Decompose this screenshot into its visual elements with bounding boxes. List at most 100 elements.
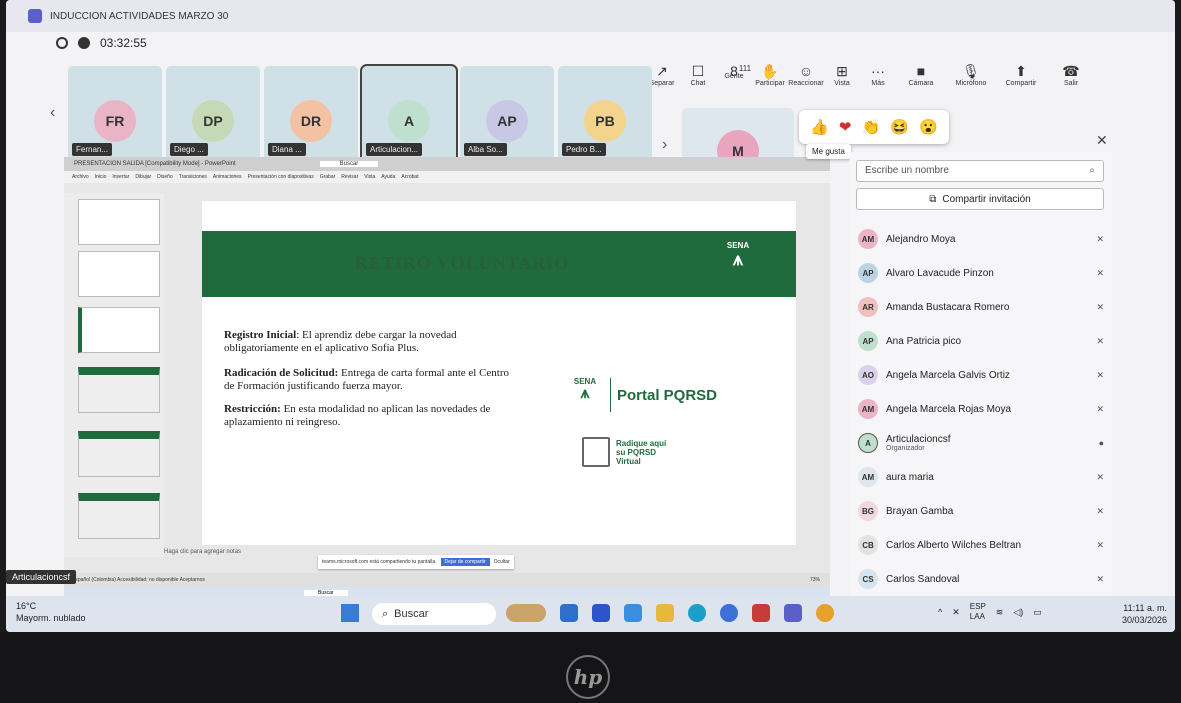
reaction-1-icon[interactable]: ❤: [839, 118, 852, 136]
ribbon-tab[interactable]: Ayuda: [381, 174, 395, 180]
toolbar-cmara-button[interactable]: ■ Cámara: [898, 62, 944, 87]
slide-thumbnail[interactable]: [78, 493, 160, 539]
notes-hint[interactable]: Haga clic para agregar notas: [164, 549, 241, 555]
stop-sharing-button[interactable]: Dejar de compartir: [440, 558, 490, 566]
slide-thumbnail[interactable]: [78, 199, 160, 245]
ribbon-tab[interactable]: Inicio: [95, 174, 107, 180]
people-list-item[interactable]: CB Carlos Alberto Wilches Beltran ✕: [858, 532, 1108, 558]
hide-button[interactable]: Ocultar: [494, 559, 510, 565]
reaction-3-icon[interactable]: 😆: [890, 118, 909, 136]
weather-widget[interactable]: 16°C Mayorm. nublado: [16, 600, 86, 624]
taskbar-search[interactable]: ⌕ Buscar: [372, 603, 496, 625]
participant-tile[interactable]: DP Diego ...: [166, 66, 260, 162]
slide-thumbnail[interactable]: [78, 367, 160, 413]
edge-icon[interactable]: [688, 604, 706, 622]
wifi-icon[interactable]: ≋: [996, 607, 1004, 618]
ribbon-tab[interactable]: Acrobat: [401, 174, 418, 180]
teams-icon[interactable]: [784, 604, 802, 622]
close-icon[interactable]: ✕: [1096, 132, 1108, 149]
ribbon-tab[interactable]: Archivo: [72, 174, 89, 180]
ribbon-tab[interactable]: Grabar: [320, 174, 336, 180]
participant-name: Diana ...: [268, 143, 306, 156]
toolbar-vista-button[interactable]: ⊞ Vista: [826, 62, 858, 87]
ribbon-tab[interactable]: Presentación con diapositivas: [248, 174, 314, 180]
toolbar-salir-button[interactable]: ☎ Salir: [1048, 62, 1094, 87]
app-icon[interactable]: [506, 604, 546, 622]
toolbar-gente-button[interactable]: 8 111 Gente: [718, 62, 751, 87]
participant-tile[interactable]: A Articulacion...: [360, 64, 458, 164]
toolbar-ms-button[interactable]: ··· Más: [862, 62, 894, 87]
taskbar-search-label: Buscar: [394, 608, 429, 620]
app-icon[interactable]: [560, 604, 578, 622]
app-icon[interactable]: [752, 604, 770, 622]
volume-icon[interactable]: ◁): [1013, 607, 1023, 618]
people-search-input[interactable]: Escribe un nombre ⌕: [856, 160, 1104, 182]
reaction-0-icon[interactable]: 👍: [810, 118, 829, 136]
title-bar: INDUCCION ACTIVIDADES MARZO 30: [6, 0, 1175, 32]
people-list-item[interactable]: AO Angela Marcela Galvis Ortiz ✕: [858, 362, 1108, 388]
participant-tile[interactable]: PB Pedro B...: [558, 66, 652, 162]
people-list-item[interactable]: AP Ana Patricia pico ✕: [858, 328, 1108, 354]
windows-taskbar: 16°C Mayorm. nublado ⌕ Buscar ^ ✕ ESP LA…: [6, 596, 1175, 632]
app-icon[interactable]: [592, 604, 610, 622]
mic-muted-icon: ✕: [1096, 471, 1104, 482]
ribbon-tab[interactable]: Animaciones: [213, 174, 242, 180]
person-name: Alvaro Lavacude Pinzon: [886, 267, 994, 279]
mic-muted-icon: ✕: [1096, 369, 1104, 380]
chevron-up-icon[interactable]: ^: [938, 607, 942, 617]
participant-tile[interactable]: AP Alba So...: [460, 66, 554, 162]
participant-tile[interactable]: FR Fernan...: [68, 66, 162, 162]
person-name: Alejandro Moya: [886, 233, 956, 245]
people-list-item[interactable]: AM aura maria ✕: [858, 464, 1108, 490]
ribbon-tab[interactable]: Diseño: [157, 174, 173, 180]
toolbar-participar-button[interactable]: ✋ Participar: [754, 62, 786, 87]
slide-thumbnail[interactable]: [78, 307, 160, 353]
people-list-item[interactable]: AM Alejandro Moya ✕: [858, 226, 1108, 252]
participant-tile[interactable]: DR Diana ...: [264, 66, 358, 162]
participant-name: Fernan...: [72, 143, 113, 156]
mic-muted-icon[interactable]: ✕: [952, 607, 960, 618]
folder-icon[interactable]: [656, 604, 674, 622]
battery-icon[interactable]: ▭: [1033, 607, 1042, 618]
people-list-item[interactable]: AR Amanda Bustacara Romero ✕: [858, 294, 1108, 320]
mic-muted-icon: ✕: [1096, 573, 1104, 584]
reaction-4-icon[interactable]: 😮: [919, 118, 938, 136]
ribbon-tab[interactable]: Vista: [364, 174, 375, 180]
weather-temp: 16°C: [16, 601, 37, 611]
ribbon-tab[interactable]: Insertar: [112, 174, 129, 180]
language-indicator[interactable]: ESP LAA: [970, 602, 986, 622]
windows-start-icon[interactable]: [341, 604, 359, 622]
ribbon-tab[interactable]: Revisar: [341, 174, 358, 180]
clock[interactable]: 11:11 a. m. 30/03/2026: [1122, 602, 1167, 626]
slide-thumbnail[interactable]: [78, 431, 160, 477]
app-icon[interactable]: [720, 604, 738, 622]
language-code: ESP: [969, 602, 986, 611]
people-list-item[interactable]: BG Brayan Gamba ✕: [858, 498, 1108, 524]
people-list-item[interactable]: A Articulacioncsf Organizador ●: [858, 430, 1108, 456]
toolbar-reaccionar-button[interactable]: ☺ Reaccionar: [788, 62, 823, 87]
chevron-right-icon[interactable]: ›: [662, 136, 667, 154]
slide-thumbnail[interactable]: [78, 251, 160, 297]
avatar: AO: [858, 365, 878, 385]
powerpoint-title: PRESENTACION SALIDA [Compatibility Mode]…: [74, 161, 236, 167]
zoom-level[interactable]: 73%: [810, 577, 820, 583]
chevron-left-icon[interactable]: ‹: [50, 104, 55, 122]
ribbon-tab[interactable]: Transiciones: [179, 174, 207, 180]
avatar: BG: [858, 501, 878, 521]
ribbon-tab[interactable]: Dibujar: [135, 174, 151, 180]
people-list-item[interactable]: AP Alvaro Lavacude Pinzon ✕: [858, 260, 1108, 286]
avatar: AP: [486, 100, 528, 142]
reaction-2-icon[interactable]: 👏: [862, 118, 881, 136]
people-pane: Escribe un nombre ⌕ ⧉ Compartir invitaci…: [850, 152, 1112, 612]
share-invite-button[interactable]: ⧉ Compartir invitación: [856, 188, 1104, 210]
toolbar-micrfono-button[interactable]: 🎙 Micrófono: [948, 62, 994, 87]
people-list-item[interactable]: AM Angela Marcela Rojas Moya ✕: [858, 396, 1108, 422]
avatar: AR: [858, 297, 878, 317]
hp-logo: hp: [566, 655, 610, 699]
toolbar-compartir-button[interactable]: ⬆ Compartir: [998, 62, 1044, 87]
powerpoint-search[interactable]: Buscar: [319, 161, 379, 167]
app-icon[interactable]: [624, 604, 642, 622]
people-list-item[interactable]: CS Carlos Sandoval ✕: [858, 566, 1108, 592]
chrome-icon[interactable]: [816, 604, 834, 622]
toolbar-chat-button[interactable]: ☐ Chat: [682, 62, 714, 87]
